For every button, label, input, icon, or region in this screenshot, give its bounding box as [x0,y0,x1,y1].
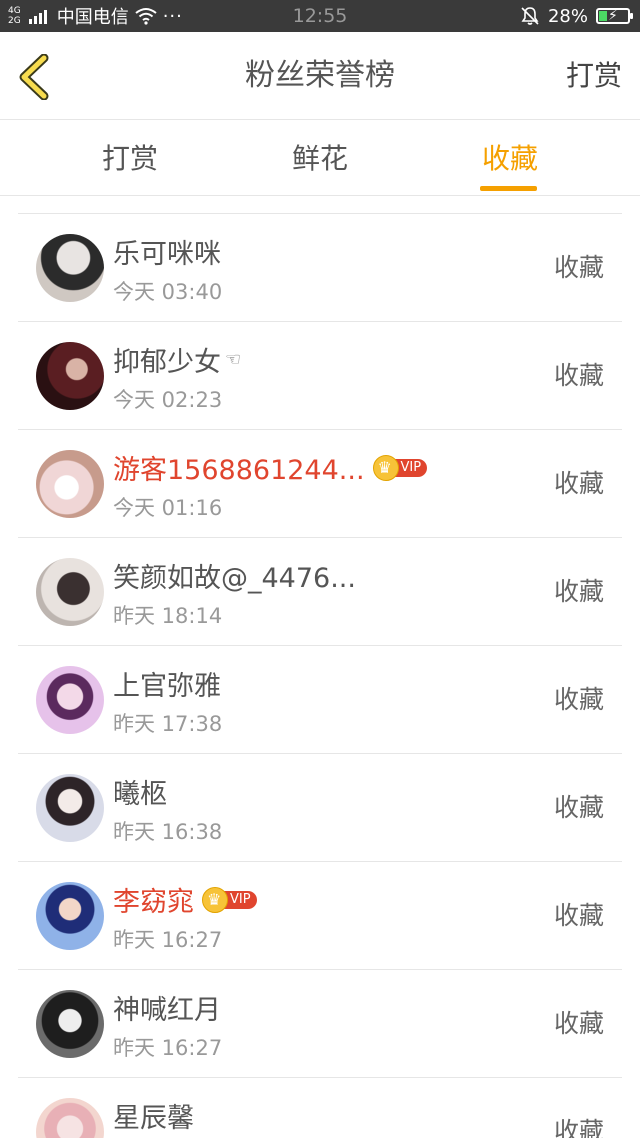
crown-icon [202,886,228,913]
avatar[interactable] [36,234,104,302]
vip-badge: VIP [202,886,257,913]
battery-icon: ⚡ [596,8,633,24]
favorite-time: 今天 03:40 [113,280,223,304]
favorite-action-label: 收藏 [553,793,604,822]
user-name: 神喊红月 [113,995,221,1026]
tab-flowers[interactable]: 鲜花 [260,121,380,196]
user-name: 抑郁少女 ☜ [113,347,242,378]
list-item[interactable]: 李窈窕 VIP 昨天 16:27 收藏 [18,862,622,970]
list-item[interactable]: 星辰馨 收藏 [18,1078,622,1138]
favorite-action-label: 收藏 [553,469,604,498]
user-name: 李窈窕 VIP [113,880,257,919]
user-name: 游客1568861244... VIP [113,448,428,487]
tab-favorites-label: 收藏 [481,142,538,175]
favorite-action-label: 收藏 [553,577,604,606]
list-item[interactable]: 笑颜如故@_4476... 昨天 18:14 收藏 [18,538,622,646]
list-item[interactable]: 神喊红月 昨天 16:27 收藏 [18,970,622,1078]
user-name: 星辰馨 [113,1103,194,1134]
favorite-action-label: 收藏 [553,901,604,930]
favorite-action-label: 收藏 [553,361,604,390]
avatar[interactable] [36,1098,104,1138]
favorite-time: 今天 01:16 [113,496,223,520]
favorite-time: 昨天 18:14 [113,604,223,628]
page-title: 粉丝荣誉榜 [245,58,395,93]
charging-bolt-icon: ⚡ [608,8,618,24]
status-right: 28% ⚡ [520,0,633,32]
user-name: 上官弥雅 [113,671,221,702]
avatar[interactable] [36,774,104,842]
tab-bar: 打赏 鲜花 收藏 [0,121,640,196]
battery-fill [599,11,607,21]
tab-flowers-label: 鲜花 [291,142,348,175]
avatar[interactable] [36,990,104,1058]
fan-list: 乐可咪咪 今天 03:40 收藏 抑郁少女 ☜ 今天 02:23 收藏 游客156… [18,213,622,1138]
tab-reward[interactable]: 打赏 [70,121,190,196]
battery-percent: 28% [547,5,588,27]
favorite-action-label: 收藏 [553,685,604,714]
favorite-time: 昨天 17:38 [113,712,223,736]
reward-button[interactable]: 打赏 [566,32,622,120]
user-name: 乐可咪咪 [113,239,221,270]
list-item[interactable]: 游客1568861244... VIP 今天 01:16 收藏 [18,430,622,538]
list-item[interactable]: 曦柩 昨天 16:38 收藏 [18,754,622,862]
active-tab-indicator [480,186,537,191]
list-item[interactable]: 上官弥雅 昨天 17:38 收藏 [18,646,622,754]
list-item[interactable]: 抑郁少女 ☜ 今天 02:23 收藏 [18,322,622,430]
avatar[interactable] [36,882,104,950]
favorite-time: 昨天 16:27 [113,1036,223,1060]
user-name: 笑颜如故@_4476... [113,563,356,594]
crown-icon [372,454,399,481]
status-bar: 4G 2G 中国电信 ··· 12:55 28% ⚡ [0,0,640,32]
favorite-action-label: 收藏 [553,1009,604,1038]
mute-bell-icon [521,7,539,25]
avatar[interactable] [36,666,104,734]
tab-reward-label: 打赏 [101,142,158,175]
favorite-time: 今天 02:23 [113,388,223,412]
avatar[interactable] [36,450,104,518]
favorite-action-label: 收藏 [553,1117,604,1138]
favorite-action-label: 收藏 [553,253,604,282]
favorite-time: 昨天 16:27 [113,928,223,952]
avatar[interactable] [36,558,104,626]
nav-bar: 粉丝荣誉榜 打赏 [0,32,640,120]
avatar[interactable] [36,342,104,410]
vip-badge: VIP [372,454,428,481]
user-name: 曦柩 [113,779,167,810]
favorite-time: 昨天 16:38 [113,820,223,844]
pointing-hand-icon: ☜ [225,349,242,370]
list-item[interactable]: 乐可咪咪 今天 03:40 收藏 [18,214,622,322]
tab-favorites[interactable]: 收藏 [450,121,570,196]
